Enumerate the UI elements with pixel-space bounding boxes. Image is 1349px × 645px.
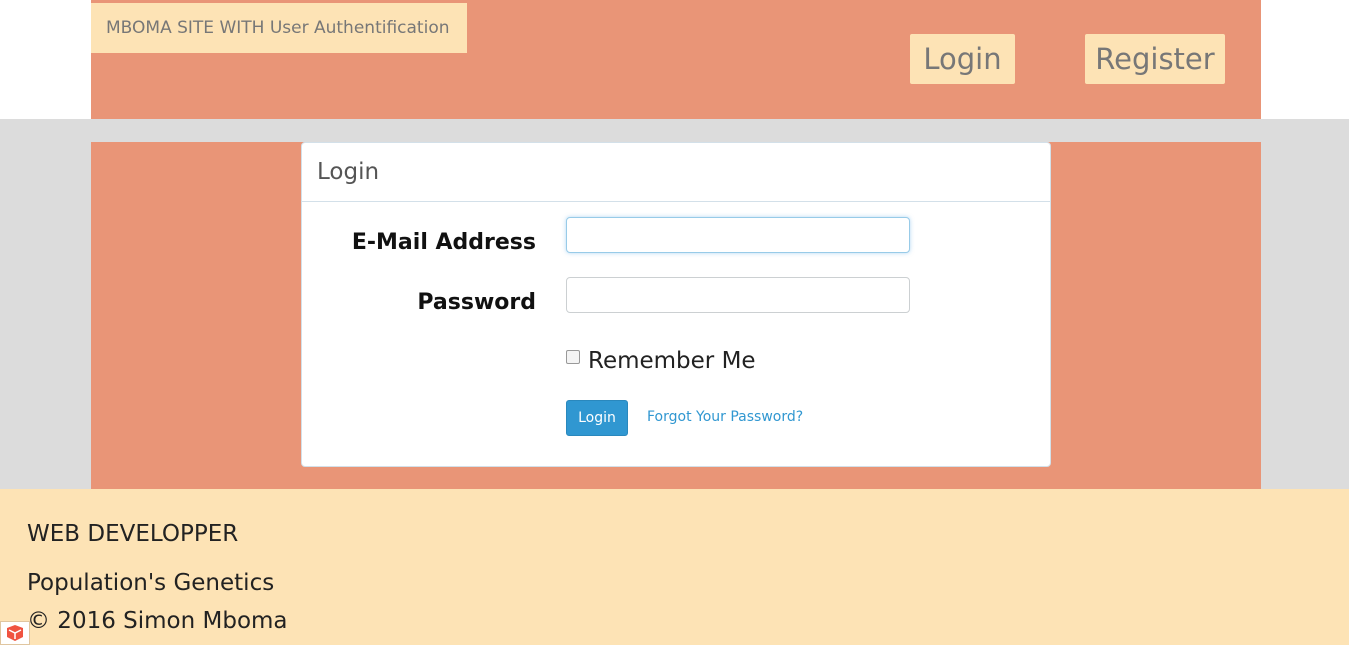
login-submit-button[interactable]: Login — [566, 400, 628, 436]
nav-login-link[interactable]: Login — [910, 34, 1015, 84]
password-field[interactable] — [566, 277, 910, 313]
remember-me-label[interactable]: Remember Me — [588, 348, 756, 374]
forgot-password-link[interactable]: Forgot Your Password? — [647, 409, 803, 425]
login-panel: Login E-Mail Address Password Remember M… — [301, 142, 1051, 467]
top-navbar: MBOMA SITE WITH User Authentification Lo… — [91, 0, 1261, 119]
footer: WEB DEVELOPPER Population's Genetics © 2… — [0, 489, 1349, 645]
laravel-logo-icon[interactable] — [0, 621, 30, 645]
panel-title: Login — [302, 143, 1050, 202]
email-field[interactable] — [566, 217, 910, 253]
email-label: E-Mail Address — [351, 230, 536, 255]
site-brand-link[interactable]: MBOMA SITE WITH User Authentification — [91, 3, 467, 53]
footer-role: WEB DEVELOPPER — [27, 521, 239, 547]
footer-copyright: © 2016 Simon Mboma — [27, 608, 288, 634]
remember-me-checkbox[interactable] — [566, 349, 580, 364]
remember-me-row: Remember Me — [566, 348, 756, 374]
nav-register-link[interactable]: Register — [1085, 34, 1225, 84]
footer-subject: Population's Genetics — [27, 570, 275, 596]
main-container: Login E-Mail Address Password Remember M… — [91, 142, 1261, 489]
password-label: Password — [417, 290, 536, 315]
